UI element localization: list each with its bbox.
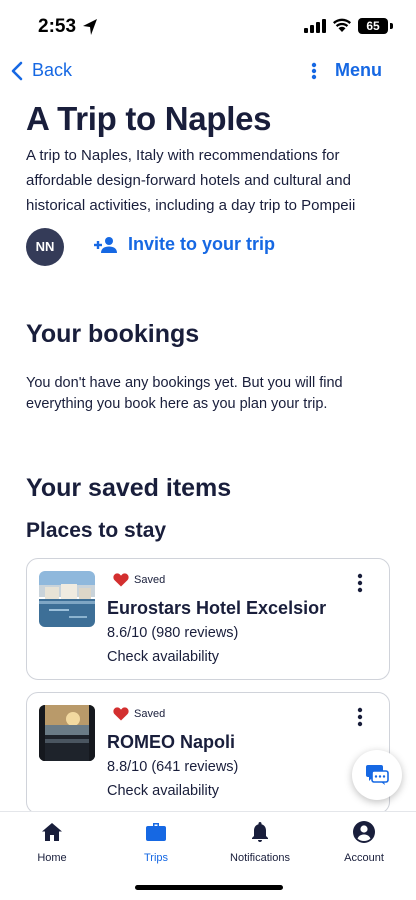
hotel-photo (39, 571, 95, 627)
tab-label: Trips (143, 852, 169, 864)
status-time: 2:53 (38, 16, 77, 37)
chat-bubble-icon (366, 765, 389, 785)
back-label: Back (32, 60, 73, 80)
bookings-empty-text: You don't have any bookings yet. But you… (26, 375, 343, 412)
chat-button[interactable] (352, 750, 402, 800)
hotel-name: ROMEO Napoli (107, 732, 236, 752)
tab-notifications[interactable]: Notifications (215, 820, 305, 864)
tab-account[interactable]: Account (319, 820, 409, 864)
tab-label: Home (37, 852, 67, 864)
check-availability-link[interactable]: Check availability (107, 649, 219, 665)
home-icon (42, 823, 62, 841)
card-more-button[interactable] (357, 573, 363, 593)
more-vertical-icon (357, 573, 363, 593)
saved-label: Saved (134, 708, 166, 720)
battery-tip (390, 23, 393, 29)
menu-button[interactable]: Menu (311, 60, 382, 81)
hotel-photo (39, 705, 95, 761)
home-indicator (135, 885, 283, 890)
tab-label: Account (344, 852, 384, 864)
saved-hotel-card[interactable]: Saved ROMEO Napoli 8.8/10 (641 reviews) … (26, 692, 390, 814)
account-icon (353, 821, 375, 843)
battery-indicator: 65 (358, 18, 388, 34)
invite-button[interactable]: Invite to your trip (94, 234, 275, 255)
back-button[interactable]: Back (10, 60, 72, 81)
check-availability-link[interactable]: Check availability (107, 783, 219, 799)
hotel-thumbnail (39, 705, 95, 761)
status-bar: 2:53 65 (0, 0, 416, 54)
chevron-left-icon (11, 61, 23, 80)
hotel-name: Eurostars Hotel Excelsior (107, 598, 327, 618)
wifi-icon (333, 18, 351, 32)
bell-icon (252, 822, 268, 842)
bookings-heading: Your bookings (26, 320, 200, 348)
heart-icon[interactable] (113, 707, 129, 721)
more-vertical-icon (311, 62, 317, 79)
more-vertical-icon (357, 707, 363, 727)
avatar[interactable]: NN (26, 228, 64, 266)
tab-label: Notifications (230, 852, 290, 864)
cellular-signal-icon (304, 19, 326, 33)
add-person-icon (94, 236, 117, 253)
hotel-thumbnail (39, 571, 95, 627)
places-to-stay-heading: Places to stay (26, 519, 167, 542)
trip-title: A Trip to Naples (26, 100, 272, 137)
invite-label: Invite to your trip (128, 234, 276, 254)
tab-home[interactable]: Home (7, 820, 97, 864)
hotel-rating: 8.8/10 (641 reviews) (107, 759, 239, 775)
saved-badge: Saved (113, 573, 165, 587)
traveler-row: NN Invite to your trip (26, 228, 406, 266)
saved-hotel-card[interactable]: Saved Eurostars Hotel Excelsior 8.6/10 (… (26, 558, 390, 680)
saved-label: Saved (134, 574, 166, 586)
heart-icon[interactable] (113, 573, 129, 587)
hotel-rating: 8.6/10 (980 reviews) (107, 625, 239, 641)
trip-description: A trip to Naples, Italy with recommendat… (26, 147, 356, 214)
top-navigation: Back Menu (0, 56, 416, 92)
saved-items-heading: Your saved items (26, 474, 232, 502)
location-arrow-icon (83, 19, 97, 35)
saved-badge: Saved (113, 707, 165, 721)
card-more-button[interactable] (357, 707, 363, 727)
menu-label: Menu (335, 60, 382, 80)
tab-trips[interactable]: Trips (111, 820, 201, 864)
briefcase-icon (146, 823, 166, 841)
